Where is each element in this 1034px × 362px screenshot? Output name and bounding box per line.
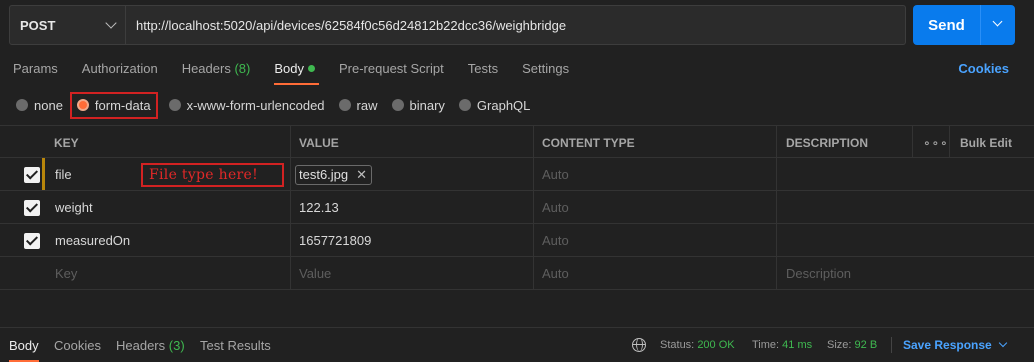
- table-row: measuredOn 1657721809 Auto: [0, 224, 1034, 257]
- response-tab-headers[interactable]: Headers (3): [116, 338, 185, 353]
- value-cell[interactable]: 1657721809: [299, 224, 371, 257]
- request-tabs: Params Authorization Headers (8) Body Pr…: [13, 61, 593, 85]
- chevron-down-icon: [998, 338, 1007, 348]
- value-cell[interactable]: test6.jpg ✕: [295, 158, 373, 191]
- form-data-table: KEY VALUE CONTENT TYPE DESCRIPTION ∘∘∘ B…: [0, 125, 1034, 290]
- row-checkbox[interactable]: [24, 158, 40, 191]
- radio-icon: [391, 99, 404, 111]
- content-type-cell[interactable]: Auto: [542, 191, 569, 224]
- body-type-urlencoded[interactable]: x-www-form-urlencoded: [168, 98, 325, 113]
- column-header-content-type: CONTENT TYPE: [542, 135, 635, 150]
- column-header-key: KEY: [54, 135, 79, 150]
- annotation-callout: File type here!: [141, 163, 284, 187]
- bulk-edit-button[interactable]: Bulk Edit: [960, 126, 1012, 159]
- time-readout: Time: 41 ms: [752, 339, 813, 351]
- row-drag-handle[interactable]: [42, 158, 45, 190]
- cookies-link[interactable]: Cookies: [958, 61, 1009, 76]
- radio-selected-icon: [76, 99, 89, 111]
- save-response-button[interactable]: Save Response: [903, 338, 1007, 352]
- method-label: POST: [20, 17, 56, 33]
- response-tab-cookies[interactable]: Cookies: [54, 338, 101, 353]
- tab-settings[interactable]: Settings: [522, 61, 569, 85]
- response-tab-test-results[interactable]: Test Results: [200, 338, 271, 353]
- content-type-input[interactable]: Auto: [542, 257, 569, 290]
- chevron-down-icon: [105, 17, 117, 29]
- checkbox-checked-icon: [24, 199, 40, 216]
- column-header-value: VALUE: [299, 135, 339, 150]
- file-chip: test6.jpg ✕: [295, 164, 373, 185]
- radio-icon: [168, 99, 181, 111]
- send-button[interactable]: Send: [913, 5, 980, 45]
- response-bar: Body Cookies Headers (3) Test Results St…: [0, 327, 1034, 362]
- body-type-raw[interactable]: raw: [338, 98, 378, 113]
- method-select[interactable]: POST: [10, 6, 126, 44]
- tab-tests[interactable]: Tests: [468, 61, 498, 85]
- close-icon[interactable]: ✕: [356, 167, 367, 183]
- send-options-button[interactable]: [980, 5, 1015, 45]
- request-bar: POST http://localhost:5020/api/devices/6…: [9, 5, 906, 45]
- table-row-empty: Key Value Auto Description: [0, 257, 1034, 290]
- description-input[interactable]: Description: [786, 257, 851, 290]
- key-cell[interactable]: measuredOn: [55, 224, 130, 257]
- content-type-cell[interactable]: Auto: [542, 224, 569, 257]
- url-input[interactable]: http://localhost:5020/api/devices/62584f…: [126, 6, 905, 44]
- key-cell[interactable]: file: [55, 158, 72, 191]
- response-tab-body[interactable]: Body: [9, 338, 39, 362]
- checkbox-checked-icon: [24, 166, 40, 183]
- row-checkbox[interactable]: [24, 224, 40, 257]
- status-readout: Status: 200 OK: [660, 339, 735, 351]
- value-cell[interactable]: 122.13: [299, 191, 339, 224]
- body-type-none[interactable]: none: [16, 98, 63, 113]
- key-cell[interactable]: weight: [55, 191, 93, 224]
- send-button-group: Send: [913, 5, 1015, 45]
- body-type-graphql[interactable]: GraphQL: [458, 98, 530, 113]
- size-readout: Size: 92 B: [827, 339, 878, 351]
- more-options-icon[interactable]: ∘∘∘: [923, 126, 949, 159]
- tab-pre-request-script[interactable]: Pre-request Script: [339, 61, 444, 85]
- body-indicator-dot: [307, 65, 315, 72]
- body-type-selector: none form-data x-www-form-urlencoded raw…: [16, 91, 544, 119]
- file-name: test6.jpg: [299, 167, 349, 182]
- radio-icon: [458, 99, 471, 111]
- headers-count: (8): [234, 61, 251, 76]
- globe-icon[interactable]: [632, 338, 646, 352]
- value-input[interactable]: Value: [299, 257, 331, 290]
- body-type-form-data[interactable]: form-data: [69, 91, 158, 119]
- key-input[interactable]: Key: [55, 257, 77, 290]
- radio-icon: [16, 99, 28, 111]
- table-header-row: KEY VALUE CONTENT TYPE DESCRIPTION ∘∘∘ B…: [0, 125, 1034, 158]
- radio-icon: [338, 99, 351, 111]
- tab-headers[interactable]: Headers (8): [182, 61, 251, 85]
- chevron-down-icon: [992, 16, 1003, 27]
- column-header-description: DESCRIPTION: [786, 135, 869, 150]
- body-type-binary[interactable]: binary: [391, 98, 445, 113]
- table-row: weight 122.13 Auto: [0, 191, 1034, 224]
- tab-params[interactable]: Params: [13, 61, 58, 85]
- content-type-cell[interactable]: Auto: [542, 158, 569, 191]
- tab-body[interactable]: Body: [274, 61, 319, 85]
- checkbox-checked-icon: [24, 232, 40, 249]
- row-checkbox[interactable]: [24, 191, 40, 224]
- tab-authorization[interactable]: Authorization: [82, 61, 158, 85]
